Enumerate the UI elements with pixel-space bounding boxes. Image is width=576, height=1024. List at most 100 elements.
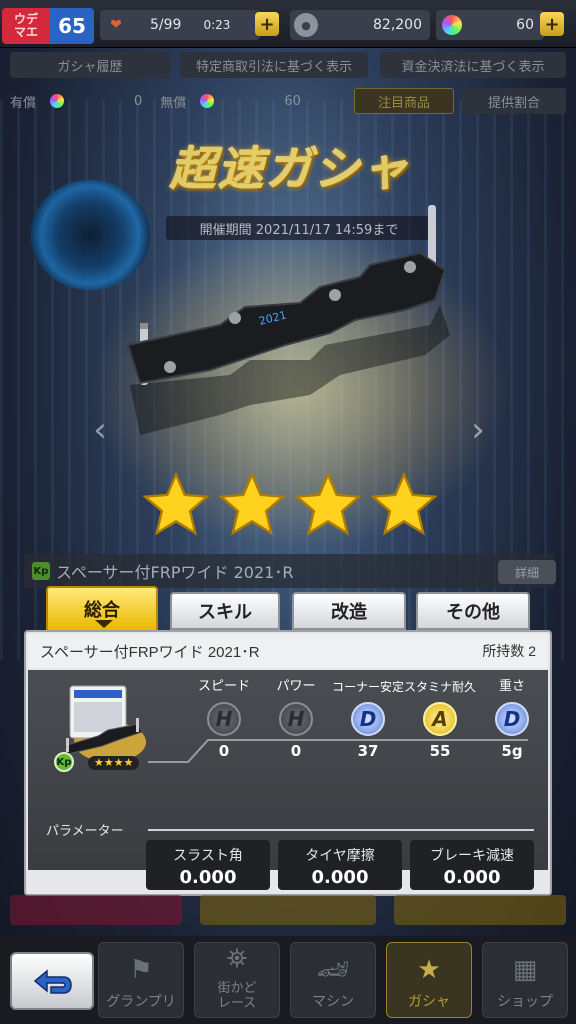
- param-value: 0.000: [311, 867, 369, 888]
- gem-icon: [50, 94, 65, 108]
- stat-stamina: スタミナ耐久 A 55: [400, 678, 480, 760]
- panel-body: Kp ★★★★ スピード H 0 パワー H 0 コーナー安定 D 37 スタミ…: [28, 670, 548, 890]
- param-thrust-angle: スラスト角 0.000: [146, 840, 270, 890]
- owned-count: 所持数 2: [482, 643, 536, 659]
- param-tire-friction: タイヤ摩擦 0.000: [278, 840, 402, 890]
- banner-title: 超速ガシャ: [170, 142, 410, 196]
- stat-name: スタミナ耐久: [403, 680, 476, 694]
- stat-speed: スピード H 0: [184, 678, 264, 760]
- nav-gacha[interactable]: ★ ガシャ: [386, 942, 472, 1018]
- featured-tab[interactable]: 注目商品: [354, 88, 454, 114]
- nav-street-race[interactable]: ⛯ 街かど レース: [194, 942, 280, 1018]
- grade-icon: H: [207, 702, 241, 736]
- grade-icon: A: [423, 702, 457, 736]
- card-stars: ★★★★: [88, 756, 140, 770]
- stat-value: 37: [357, 742, 379, 760]
- payment-law-button[interactable]: 資金決済法に基づく表示: [380, 52, 566, 78]
- part-thumbnail: [63, 685, 146, 762]
- param-name: タイヤ摩擦: [305, 848, 375, 864]
- stat-name: コーナー安定: [331, 680, 404, 694]
- stat-name: スピード: [197, 679, 250, 694]
- gem-value: 60: [516, 17, 534, 33]
- grade-icon: D: [495, 702, 529, 736]
- star-icon: [370, 471, 438, 536]
- nav-label: ショップ: [497, 994, 553, 1010]
- part-name: スペーサー付FRPワイド 2021･R: [40, 643, 260, 661]
- param-name: ブレーキ減速: [430, 848, 514, 864]
- background-strip: [200, 895, 376, 925]
- underlying-kp-badge: Kp: [32, 562, 50, 580]
- nav-label: 街かど レース: [217, 981, 257, 1011]
- checkered-flag-icon: ⚑: [129, 955, 153, 985]
- gem-icon: [440, 13, 464, 37]
- panel-header: スペーサー付FRPワイド 2021･R 所持数 2: [28, 634, 548, 668]
- add-gems-button[interactable]: +: [540, 12, 564, 36]
- gem-icon: [200, 94, 215, 108]
- race-icon: ⛯: [226, 944, 248, 974]
- nav-label: グランプリ: [106, 994, 176, 1010]
- coin-icon: ●: [294, 13, 318, 37]
- paid-label: 有償: [10, 95, 37, 111]
- param-brake-decel: ブレーキ減速 0.000: [410, 840, 534, 890]
- star-icon: [294, 471, 362, 536]
- add-stamina-button[interactable]: +: [255, 12, 279, 36]
- grade-icon: D: [351, 702, 385, 736]
- parameter-divider: [148, 829, 534, 831]
- stat-name: 重さ: [498, 679, 525, 694]
- param-value: 0.000: [179, 867, 237, 888]
- rank-level: 65: [50, 8, 94, 44]
- background-strip: [394, 895, 566, 925]
- tab-skill[interactable]: スキル: [170, 592, 280, 630]
- rank-badge: ウデ マエ 65: [2, 8, 94, 44]
- free-label: 無償: [160, 95, 187, 111]
- paid-value: 0: [134, 93, 143, 109]
- kp-badge: Kp: [54, 752, 74, 772]
- tab-other[interactable]: その他: [416, 592, 530, 630]
- star-icon: [218, 471, 286, 536]
- return-arrow-icon: [33, 969, 72, 994]
- stat-weight: 重さ D 5g: [472, 678, 552, 760]
- grade-icon: H: [279, 702, 313, 736]
- nav-label: ガシャ: [408, 994, 450, 1010]
- gacha-history-button[interactable]: ガシャ履歴: [10, 52, 170, 78]
- money-value: 82,200: [373, 17, 422, 33]
- stat-name: パワー: [276, 679, 316, 694]
- rates-tab[interactable]: 提供割合: [462, 88, 566, 114]
- star-wreath-icon: ★: [417, 955, 441, 985]
- param-name: スラスト角: [173, 848, 243, 864]
- frp-plate-image: 2021: [126, 205, 450, 435]
- background-strip: [10, 895, 182, 925]
- car-icon: 🏎: [316, 955, 350, 985]
- stamina-pill: ❤ 5/99 0:23: [100, 10, 260, 40]
- star-icon: [142, 471, 210, 536]
- nav-shop[interactable]: ▦ ショップ: [482, 942, 568, 1018]
- status-bar: ウデ マエ 65 ❤ 5/99 0:23 + ● 82,200 60 +: [0, 0, 576, 48]
- free-value: 60: [284, 93, 301, 109]
- stamina-value: 5/99: [150, 17, 182, 33]
- param-value: 0.000: [443, 867, 501, 888]
- stat-value: 0: [218, 742, 230, 760]
- money-pill: ● 82,200: [290, 10, 430, 40]
- stamina-timer: 0:23: [203, 18, 231, 32]
- stat-cornering: コーナー安定 D 37: [328, 678, 408, 760]
- nav-label: マシン: [312, 994, 354, 1010]
- rank-label: ウデ マエ: [2, 8, 50, 44]
- gem-pill: 60: [436, 10, 544, 40]
- nav-machine[interactable]: 🏎 マシン: [290, 942, 376, 1018]
- stat-value: 5g: [501, 742, 523, 760]
- stat-power: パワー H 0: [256, 678, 336, 760]
- shop-icon: ▦: [512, 955, 538, 985]
- tab-modify[interactable]: 改造: [292, 592, 406, 630]
- nav-grand-prix[interactable]: ⚑ グランプリ: [98, 942, 184, 1018]
- heart-icon: ❤: [110, 17, 122, 33]
- stat-value: 0: [290, 742, 302, 760]
- rarity-stars: [140, 470, 440, 550]
- commerce-law-button[interactable]: 特定商取引法に基づく表示: [180, 52, 368, 78]
- underlying-item-title: スペーサー付FRPワイド 2021･R: [24, 554, 554, 588]
- detail-button[interactable]: 詳細: [498, 560, 556, 584]
- back-button[interactable]: [10, 952, 94, 1010]
- part-detail-panel: スペーサー付FRPワイド 2021･R 所持数 2 Kp ★★★★ スピード H…: [24, 630, 552, 896]
- parameter-label: パラメーター: [46, 824, 124, 839]
- stat-value: 55: [429, 742, 451, 760]
- tab-caret-icon: [95, 620, 113, 628]
